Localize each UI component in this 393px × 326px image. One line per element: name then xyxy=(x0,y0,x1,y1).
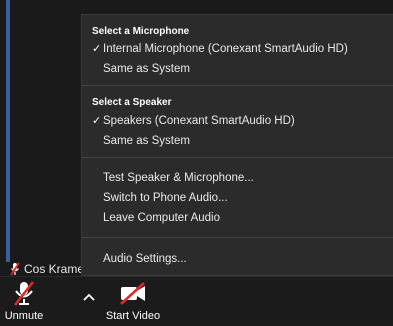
start-video-button[interactable]: Start Video xyxy=(102,277,164,326)
menu-item-speakers[interactable]: ✓ Speakers (Conexant SmartAudio HD) xyxy=(92,111,389,131)
menu-divider xyxy=(82,85,393,86)
speaker-section-title: Select a Speaker xyxy=(92,97,172,108)
zoom-meeting-window: Cos Kramer Unmute Start Video Select a M… xyxy=(0,0,393,326)
menu-item-switch-phone-audio[interactable]: Switch to Phone Audio... xyxy=(92,188,389,208)
video-edge xyxy=(6,0,10,262)
menu-item-speaker-same-as-system[interactable]: Same as System xyxy=(92,131,389,151)
menu-item-test-speaker-mic[interactable]: Test Speaker & Microphone... xyxy=(92,168,389,188)
microphone-section-title: Select a Microphone xyxy=(92,26,190,37)
menu-item-audio-settings[interactable]: Audio Settings... xyxy=(92,249,389,269)
menu-item-internal-microphone[interactable]: ✓ Internal Microphone (Conexant SmartAud… xyxy=(92,39,389,59)
muted-mic-icon xyxy=(0,277,48,309)
participant-name: Cos Kramer xyxy=(24,262,89,276)
menu-item-leave-computer-audio[interactable]: Leave Computer Audio xyxy=(92,208,389,228)
checkmark-icon: ✓ xyxy=(92,115,102,127)
unmute-button[interactable]: Unmute xyxy=(0,277,48,326)
unmute-label: Unmute xyxy=(4,310,44,322)
audio-options-menu: Select a Microphone ✓ Internal Microphon… xyxy=(81,14,393,276)
checkmark-icon: ✓ xyxy=(92,43,102,55)
meeting-toolbar: Unmute Start Video xyxy=(0,276,393,326)
chevron-up-icon xyxy=(83,293,95,301)
start-video-label: Start Video xyxy=(105,310,161,322)
audio-options-caret[interactable] xyxy=(81,290,97,306)
menu-divider xyxy=(82,237,393,238)
menu-item-mic-same-as-system[interactable]: Same as System xyxy=(92,59,389,79)
menu-divider xyxy=(82,157,393,158)
muted-mic-icon xyxy=(10,262,20,276)
video-off-icon xyxy=(102,277,164,309)
